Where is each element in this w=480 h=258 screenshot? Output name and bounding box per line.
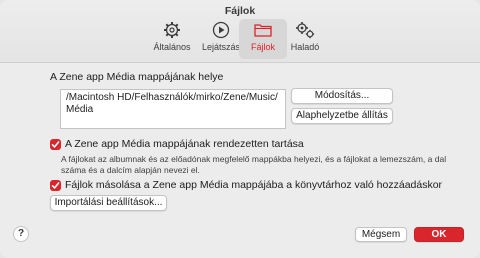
tab-playback[interactable]: Lejátszás <box>197 19 245 59</box>
gears-icon <box>281 21 329 41</box>
import-settings-button[interactable]: Importálási beállítások... <box>50 195 167 211</box>
ok-button[interactable]: OK <box>414 227 464 242</box>
preferences-window: Fájlok Általános Lejátszás Fájlok Haladó <box>0 0 480 258</box>
tab-advanced-label: Haladó <box>290 42 320 52</box>
tab-files[interactable]: Fájlok <box>239 19 287 59</box>
play-icon <box>197 21 245 41</box>
folder-icon <box>239 21 287 41</box>
tab-playback-label: Lejátszás <box>201 42 241 52</box>
files-pane: A Zene app Média mappájának helye /Macin… <box>0 64 480 258</box>
window-title: Fájlok <box>224 5 256 17</box>
media-folder-path: /Macintosh HD/Felhasználók/mirko/Zene/Mu… <box>60 89 286 129</box>
tab-advanced[interactable]: Haladó <box>281 19 329 59</box>
change-folder-button[interactable]: Módosítás... <box>291 88 393 104</box>
keep-organized-checkbox[interactable] <box>50 139 61 150</box>
reset-folder-button[interactable]: Alaphelyzetbe állítás <box>291 108 393 124</box>
media-folder-path-line2: Média <box>66 104 94 115</box>
checkmark-icon <box>51 182 60 189</box>
media-folder-heading: A Zene app Média mappájának helye <box>50 71 224 83</box>
help-button[interactable]: ? <box>13 226 29 242</box>
media-folder-path-line1: /Macintosh HD/Felhasználók/mirko/Zene/Mu… <box>66 92 278 103</box>
keep-organized-description: A fájlokat az albumnak és az előadónak m… <box>61 154 447 175</box>
tab-general-label: Általános <box>153 42 191 52</box>
cancel-button[interactable]: Mégsem <box>355 227 407 242</box>
tab-general[interactable]: Általános <box>148 19 196 59</box>
copy-files-label[interactable]: Fájlok másolása a Zene app Média mappájá… <box>65 179 442 191</box>
tab-files-label: Fájlok <box>250 42 275 52</box>
keep-organized-label[interactable]: A Zene app Média mappájának rendezetten … <box>65 138 304 150</box>
checkmark-icon <box>51 141 60 148</box>
copy-files-checkbox[interactable] <box>50 180 61 191</box>
gear-icon <box>148 21 196 41</box>
titlebar: Fájlok Általános Lejátszás Fájlok Haladó <box>0 0 480 63</box>
